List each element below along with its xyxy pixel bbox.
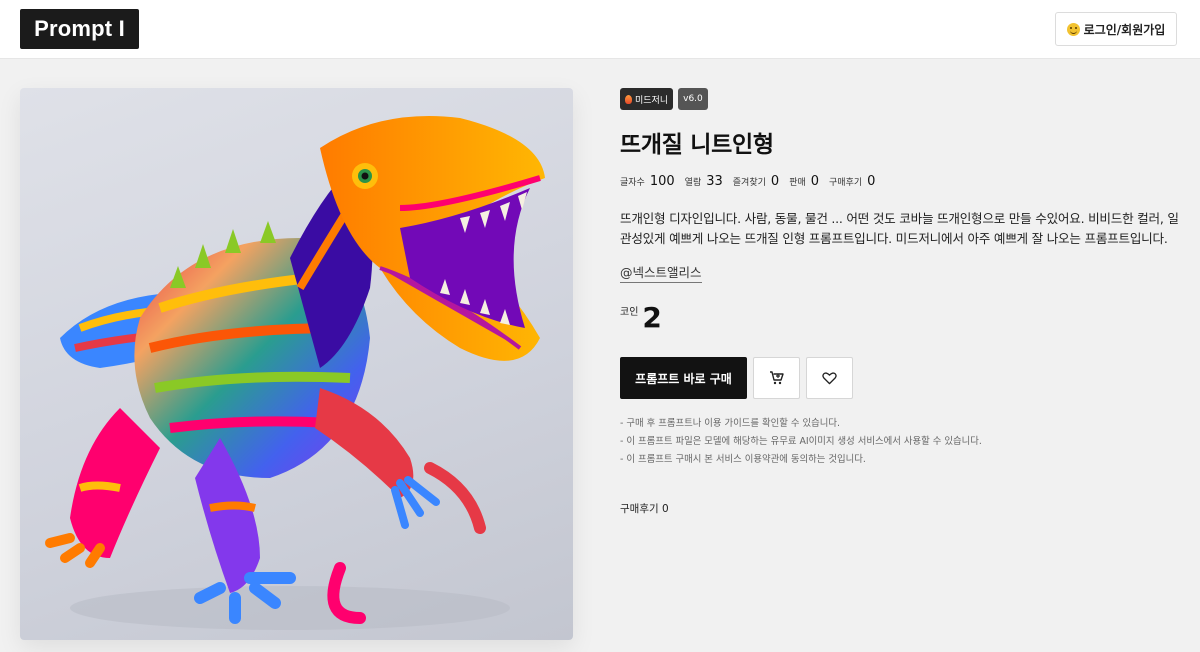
author-link[interactable]: @넥스트앨리스 — [620, 262, 702, 283]
stat-views: 열람 33 — [685, 174, 723, 189]
logo[interactable]: Prompt I — [20, 9, 139, 49]
product-title: 뜨개질 니트인형 — [620, 132, 774, 158]
stat-sales: 판매 0 — [789, 174, 819, 189]
product-image — [20, 88, 573, 640]
heart-icon — [822, 372, 837, 385]
note-item: - 이 프롬프트 파일은 모델에 해당하는 유무료 AI이미지 생성 서비스에서… — [620, 436, 982, 447]
add-to-cart-button[interactable] — [753, 357, 800, 399]
stat-value: 0 — [867, 174, 876, 189]
model-badge-label: 미드저니 — [635, 95, 669, 106]
stat-reviews: 구매후기 0 — [829, 174, 875, 189]
login-button[interactable]: 로그인/회원가입 — [1055, 12, 1177, 46]
purchase-notes: - 구매 후 프롬프트나 이용 가이드를 확인할 수 있습니다. - 이 프롬프… — [620, 415, 982, 469]
stat-char-count: 글자수 100 — [620, 174, 675, 189]
model-badge: 미드저니 — [620, 88, 674, 110]
crochet-dinosaur-image — [45, 116, 545, 630]
product-stats: 글자수 100 열람 33 즐겨찾기 0 판매 0 구매후기 0 — [620, 174, 885, 189]
version-badge: v6.0 — [678, 88, 708, 110]
stat-value: 0 — [770, 174, 780, 189]
stat-label: 글자수 — [620, 178, 645, 188]
price: 코인 2 — [620, 302, 662, 334]
top-bar: Prompt I 로그인/회원가입 — [0, 0, 1200, 59]
stat-value: 33 — [706, 174, 723, 189]
favorite-button[interactable] — [806, 357, 853, 399]
description-line: 관성있게 예쁘게 나오는 뜨개질 인형 프롬프트입니다. 미드저니에서 아주 예… — [620, 231, 1168, 246]
buy-now-button[interactable]: 프롬프트 바로 구매 — [620, 357, 747, 399]
price-value: 2 — [642, 301, 662, 334]
note-item: - 구매 후 프롬프트나 이용 가이드를 확인할 수 있습니다. — [620, 418, 840, 429]
stat-label: 열람 — [684, 178, 702, 188]
product-description: 뜨개인형 디자인입니다. 사람, 동물, 물건 ... 어떤 것도 코바늘 뜨개… — [620, 209, 1180, 249]
stat-label: 구매후기 — [829, 178, 863, 188]
stat-label: 판매 — [789, 178, 806, 188]
reviews-heading[interactable]: 구매후기 0 — [620, 501, 669, 516]
description-line: 뜨개인형 디자인입니다. 사람, 동물, 물건 ... 어떤 것도 코바늘 뜨개… — [620, 211, 1179, 226]
login-label: 로그인/회원가입 — [1083, 22, 1166, 37]
price-label: 코인 — [620, 307, 639, 318]
stat-value: 100 — [649, 174, 675, 189]
badge-group: 미드저니 v6.0 — [620, 88, 708, 110]
stat-value: 0 — [810, 174, 820, 189]
note-item: - 이 프롬프트 구매시 본 서비스 이용약관에 동의하는 것입니다. — [620, 454, 866, 465]
smile-emoji-icon — [1066, 22, 1080, 36]
cart-icon — [769, 371, 784, 385]
flame-icon — [625, 94, 632, 104]
stat-favorites: 즐겨찾기 0 — [733, 174, 779, 189]
stat-label: 즐겨찾기 — [732, 178, 766, 188]
